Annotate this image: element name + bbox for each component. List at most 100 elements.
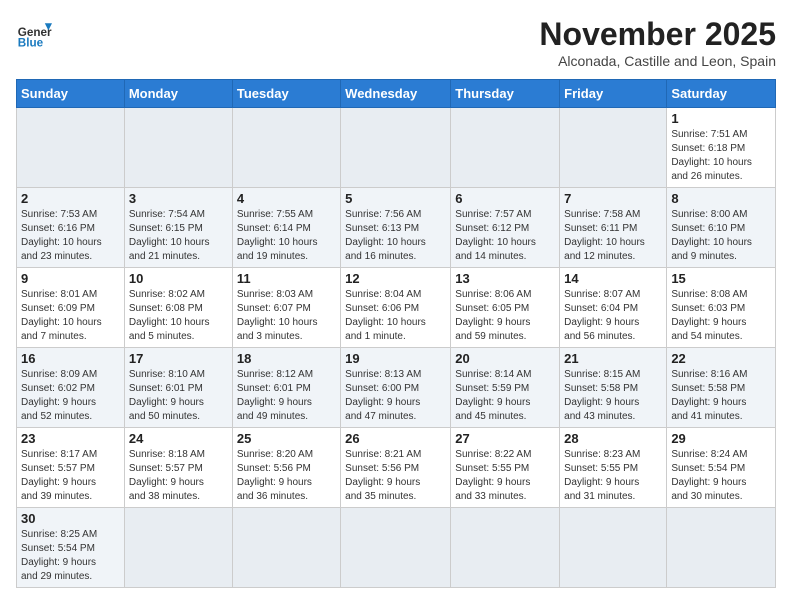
day-info: Sunrise: 8:04 AM Sunset: 6:06 PM Dayligh…	[345, 288, 446, 344]
day-cell: 14 Sunrise: 8:07 AM Sunset: 6:04 PM Dayli…	[560, 268, 667, 348]
day-info: Sunrise: 8:21 AM Sunset: 5:56 PM Dayligh…	[345, 448, 446, 504]
day-cell: 1 Sunrise: 7:51 AM Sunset: 6:18 PM Daylig…	[667, 108, 776, 188]
day-cell: 5Sunrise: 7:56 AM Sunset: 6:13 PM Daylig…	[341, 188, 451, 268]
day-info: Sunrise: 8:22 AM Sunset: 5:55 PM Dayligh…	[455, 448, 555, 504]
day-number: 1	[671, 111, 771, 126]
day-cell	[451, 108, 560, 188]
day-number: 24	[129, 431, 228, 446]
day-cell: 13 Sunrise: 8:06 AM Sunset: 6:05 PM Dayli…	[451, 268, 560, 348]
day-number: 10	[129, 271, 228, 286]
day-info: Sunrise: 8:06 AM Sunset: 6:05 PM Dayligh…	[455, 288, 555, 344]
day-cell: 10 Sunrise: 8:02 AM Sunset: 6:08 PM Dayli…	[124, 268, 232, 348]
day-number: 29	[671, 431, 771, 446]
day-info: Sunrise: 8:00 AM Sunset: 6:10 PM Dayligh…	[671, 208, 771, 264]
day-cell: 23Sunrise: 8:17 AM Sunset: 5:57 PM Dayli…	[17, 428, 125, 508]
day-number: 25	[237, 431, 336, 446]
day-cell	[560, 508, 667, 588]
day-cell: 18Sunrise: 8:12 AM Sunset: 6:01 PM Dayli…	[232, 348, 340, 428]
day-number: 26	[345, 431, 446, 446]
day-info: Sunrise: 7:58 AM Sunset: 6:11 PM Dayligh…	[564, 208, 662, 264]
day-number: 8	[671, 191, 771, 206]
day-cell: 22Sunrise: 8:16 AM Sunset: 5:58 PM Dayli…	[667, 348, 776, 428]
weekday-header-row: SundayMondayTuesdayWednesdayThursdayFrid…	[17, 80, 776, 108]
day-cell: 8 Sunrise: 8:00 AM Sunset: 6:10 PM Daylig…	[667, 188, 776, 268]
day-cell	[124, 108, 232, 188]
day-number: 15	[671, 271, 771, 286]
day-number: 2	[21, 191, 120, 206]
day-cell: 30 Sunrise: 8:25 AM Sunset: 5:54 PM Dayli…	[17, 508, 125, 588]
day-info: Sunrise: 7:55 AM Sunset: 6:14 PM Dayligh…	[237, 208, 336, 264]
day-info: Sunrise: 8:18 AM Sunset: 5:57 PM Dayligh…	[129, 448, 228, 504]
day-cell: 26 Sunrise: 8:21 AM Sunset: 5:56 PM Dayli…	[341, 428, 451, 508]
day-cell	[560, 108, 667, 188]
day-number: 5	[345, 191, 446, 206]
day-cell	[341, 108, 451, 188]
day-info: Sunrise: 7:57 AM Sunset: 6:12 PM Dayligh…	[455, 208, 555, 264]
day-number: 17	[129, 351, 228, 366]
day-cell	[232, 108, 340, 188]
weekday-header-tuesday: Tuesday	[232, 80, 340, 108]
day-info: Sunrise: 8:24 AM Sunset: 5:54 PM Dayligh…	[671, 448, 771, 504]
day-info: Sunrise: 8:01 AM Sunset: 6:09 PM Dayligh…	[21, 288, 120, 344]
weekday-header-sunday: Sunday	[17, 80, 125, 108]
day-cell	[232, 508, 340, 588]
logo: General Blue	[16, 16, 52, 52]
calendar: SundayMondayTuesdayWednesdayThursdayFrid…	[16, 79, 776, 588]
day-cell: 6 Sunrise: 7:57 AM Sunset: 6:12 PM Daylig…	[451, 188, 560, 268]
header: General Blue November 2025 Alconada, Cas…	[16, 16, 776, 69]
week-row-1: 2 Sunrise: 7:53 AM Sunset: 6:16 PM Daylig…	[17, 188, 776, 268]
day-number: 4	[237, 191, 336, 206]
day-number: 3	[129, 191, 228, 206]
day-info: Sunrise: 8:25 AM Sunset: 5:54 PM Dayligh…	[21, 528, 120, 584]
day-info: Sunrise: 8:20 AM Sunset: 5:56 PM Dayligh…	[237, 448, 336, 504]
day-info: Sunrise: 8:02 AM Sunset: 6:08 PM Dayligh…	[129, 288, 228, 344]
day-cell	[341, 508, 451, 588]
logo-icon: General Blue	[16, 16, 52, 52]
day-info: Sunrise: 8:08 AM Sunset: 6:03 PM Dayligh…	[671, 288, 771, 344]
day-info: Sunrise: 8:13 AM Sunset: 6:00 PM Dayligh…	[345, 368, 446, 424]
day-number: 7	[564, 191, 662, 206]
weekday-header-saturday: Saturday	[667, 80, 776, 108]
day-number: 21	[564, 351, 662, 366]
day-info: Sunrise: 8:10 AM Sunset: 6:01 PM Dayligh…	[129, 368, 228, 424]
day-cell: 2 Sunrise: 7:53 AM Sunset: 6:16 PM Daylig…	[17, 188, 125, 268]
day-number: 14	[564, 271, 662, 286]
weekday-header-friday: Friday	[560, 80, 667, 108]
day-info: Sunrise: 7:54 AM Sunset: 6:15 PM Dayligh…	[129, 208, 228, 264]
day-number: 23	[21, 431, 120, 446]
day-number: 22	[671, 351, 771, 366]
day-cell: 28Sunrise: 8:23 AM Sunset: 5:55 PM Dayli…	[560, 428, 667, 508]
day-cell: 21 Sunrise: 8:15 AM Sunset: 5:58 PM Dayli…	[560, 348, 667, 428]
day-cell: 24 Sunrise: 8:18 AM Sunset: 5:57 PM Dayli…	[124, 428, 232, 508]
day-cell: 29 Sunrise: 8:24 AM Sunset: 5:54 PM Dayli…	[667, 428, 776, 508]
weekday-header-wednesday: Wednesday	[341, 80, 451, 108]
day-cell	[17, 108, 125, 188]
day-number: 30	[21, 511, 120, 526]
day-cell: 12 Sunrise: 8:04 AM Sunset: 6:06 PM Dayli…	[341, 268, 451, 348]
day-info: Sunrise: 8:14 AM Sunset: 5:59 PM Dayligh…	[455, 368, 555, 424]
day-cell: 19 Sunrise: 8:13 AM Sunset: 6:00 PM Dayli…	[341, 348, 451, 428]
day-info: Sunrise: 8:15 AM Sunset: 5:58 PM Dayligh…	[564, 368, 662, 424]
weekday-header-monday: Monday	[124, 80, 232, 108]
svg-text:Blue: Blue	[18, 37, 44, 50]
week-row-0: 1 Sunrise: 7:51 AM Sunset: 6:18 PM Daylig…	[17, 108, 776, 188]
month-title: November 2025	[539, 16, 776, 53]
day-cell: 17 Sunrise: 8:10 AM Sunset: 6:01 PM Dayli…	[124, 348, 232, 428]
day-info: Sunrise: 8:12 AM Sunset: 6:01 PM Dayligh…	[237, 368, 336, 424]
weekday-header-thursday: Thursday	[451, 80, 560, 108]
day-cell	[667, 508, 776, 588]
day-info: Sunrise: 7:53 AM Sunset: 6:16 PM Dayligh…	[21, 208, 120, 264]
day-number: 20	[455, 351, 555, 366]
day-number: 12	[345, 271, 446, 286]
day-cell: 9 Sunrise: 8:01 AM Sunset: 6:09 PM Daylig…	[17, 268, 125, 348]
day-number: 13	[455, 271, 555, 286]
day-number: 6	[455, 191, 555, 206]
day-number: 16	[21, 351, 120, 366]
day-cell: 15 Sunrise: 8:08 AM Sunset: 6:03 PM Dayli…	[667, 268, 776, 348]
day-number: 9	[21, 271, 120, 286]
day-number: 19	[345, 351, 446, 366]
day-cell: 27Sunrise: 8:22 AM Sunset: 5:55 PM Dayli…	[451, 428, 560, 508]
location-subtitle: Alconada, Castille and Leon, Spain	[539, 53, 776, 69]
day-info: Sunrise: 7:51 AM Sunset: 6:18 PM Dayligh…	[671, 128, 771, 184]
day-info: Sunrise: 8:07 AM Sunset: 6:04 PM Dayligh…	[564, 288, 662, 344]
